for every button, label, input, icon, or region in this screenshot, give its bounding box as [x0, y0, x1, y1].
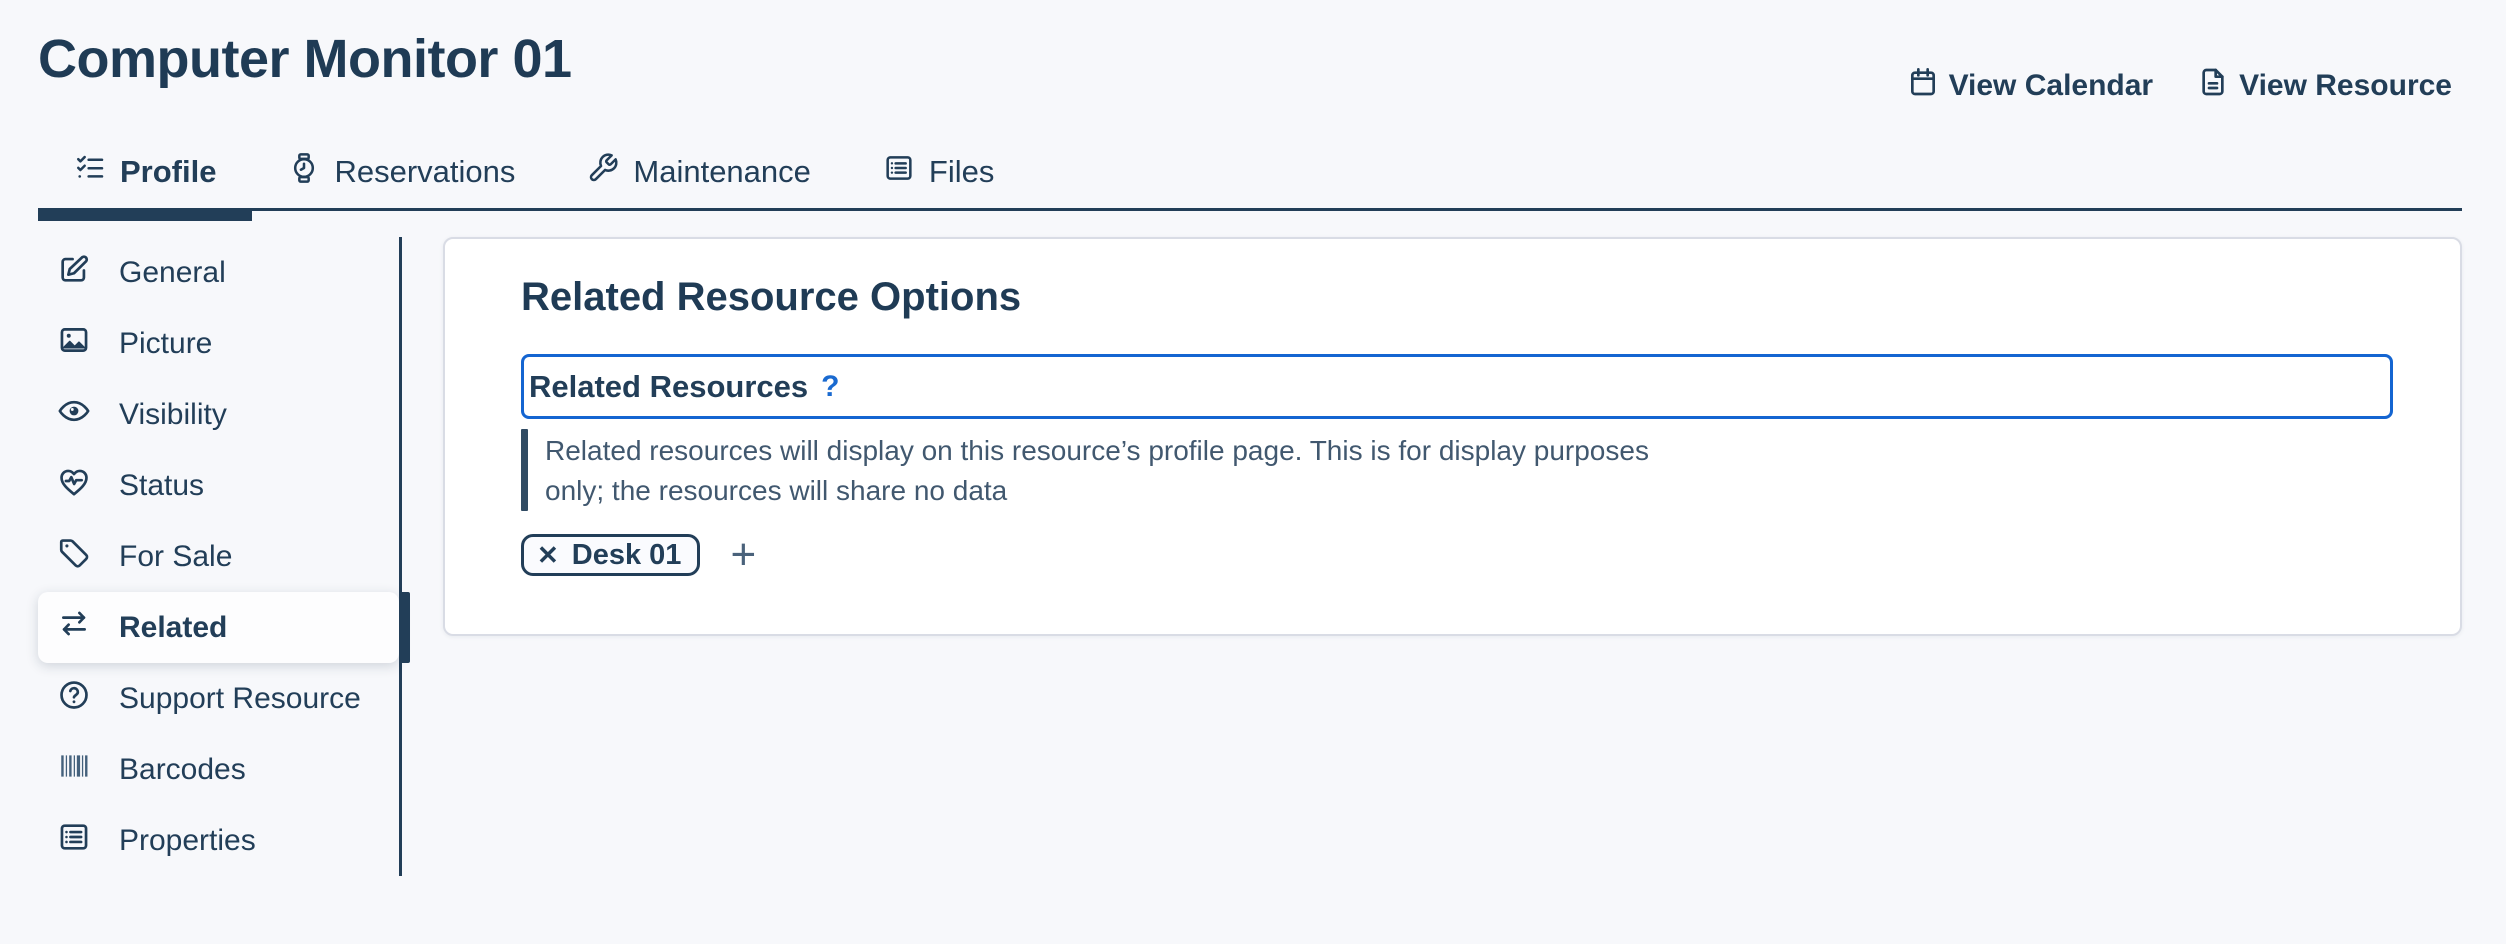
sidebar-item-label: Support Resource: [119, 682, 361, 716]
view-calendar-label: View Calendar: [1949, 69, 2154, 103]
heart-pulse-icon: [57, 465, 91, 507]
watch-icon: [288, 152, 320, 192]
sidebar-item-properties[interactable]: Properties: [38, 805, 399, 876]
sidebar-item-visibility[interactable]: Visibility: [38, 379, 399, 450]
sidebar-item-label: Picture: [119, 327, 212, 361]
list-box-icon: [883, 152, 915, 192]
help-circle-icon: [57, 678, 91, 720]
sidebar-item-related[interactable]: Related: [38, 592, 399, 663]
tab-files-label: Files: [929, 154, 994, 190]
field-help-marker[interactable]: ?: [821, 370, 839, 404]
checklist-icon: [74, 152, 106, 192]
related-resources-tag-row: ✕ Desk 01 +: [521, 533, 2394, 577]
field-help-block: Related resources will display on this r…: [521, 429, 2394, 511]
tab-profile-label: Profile: [120, 154, 216, 190]
related-resource-options-card: Related Resource Options Related Resourc…: [443, 237, 2462, 636]
help-quote-bar: [521, 429, 528, 511]
tab-maintenance[interactable]: Maintenance: [551, 140, 847, 208]
tag-desk-01[interactable]: ✕ Desk 01: [521, 534, 700, 576]
view-resource-label: View Resource: [2239, 69, 2452, 103]
wrench-icon: [587, 152, 619, 192]
tab-files[interactable]: Files: [847, 140, 1030, 208]
sidebar-item-label: For Sale: [119, 540, 232, 574]
sidebar-item-label: Status: [119, 469, 204, 503]
header-actions: View Calendar View Resource: [1907, 66, 2452, 106]
tab-maintenance-label: Maintenance: [633, 154, 811, 190]
page-header: Computer Monitor 01 View Calendar: [38, 0, 2462, 90]
content: General Picture: [38, 237, 2462, 876]
sidebar-item-for-sale[interactable]: For Sale: [38, 521, 399, 592]
tag-icon: [57, 536, 91, 578]
tab-reservations-label: Reservations: [334, 154, 515, 190]
related-resources-field[interactable]: Related Resources ?: [521, 354, 2393, 419]
related-resources-label: Related Resources: [529, 369, 808, 405]
view-resource-button[interactable]: View Resource: [2197, 66, 2452, 106]
edit-icon: [57, 252, 91, 294]
tabbar: Profile Reservations Maintenance: [38, 140, 2462, 211]
barcode-icon: [57, 749, 91, 791]
card-heading: Related Resource Options: [521, 275, 2394, 320]
remove-tag-icon[interactable]: ✕: [537, 540, 559, 571]
eye-icon: [57, 394, 91, 436]
tab-reservations[interactable]: Reservations: [252, 140, 551, 208]
sidebar-item-picture[interactable]: Picture: [38, 308, 399, 379]
sidebar-item-label: Visibility: [119, 398, 227, 432]
view-calendar-button[interactable]: View Calendar: [1907, 66, 2154, 106]
tab-profile[interactable]: Profile: [38, 140, 252, 208]
tag-label: Desk 01: [572, 539, 682, 572]
image-icon: [57, 323, 91, 365]
sidebar-item-general[interactable]: General: [38, 237, 399, 308]
sidebar-item-label: Properties: [119, 824, 256, 858]
sidebar-item-label: Related: [119, 611, 227, 645]
sidebar-item-status[interactable]: Status: [38, 450, 399, 521]
sidebar-item-label: General: [119, 256, 226, 290]
calendar-icon: [1907, 66, 1939, 106]
swap-arrows-icon: [57, 607, 91, 649]
sidebar-item-support-resource[interactable]: Support Resource: [38, 663, 399, 734]
file-text-icon: [2197, 66, 2229, 106]
profile-sidebar: General Picture: [38, 237, 399, 876]
page: Computer Monitor 01 View Calendar: [0, 0, 2506, 876]
help-text: Related resources will display on this r…: [528, 429, 1656, 511]
sidebar-item-barcodes[interactable]: Barcodes: [38, 734, 399, 805]
add-related-resource-button[interactable]: +: [730, 533, 756, 577]
list-box-icon: [57, 820, 91, 862]
sidebar-item-label: Barcodes: [119, 753, 246, 787]
